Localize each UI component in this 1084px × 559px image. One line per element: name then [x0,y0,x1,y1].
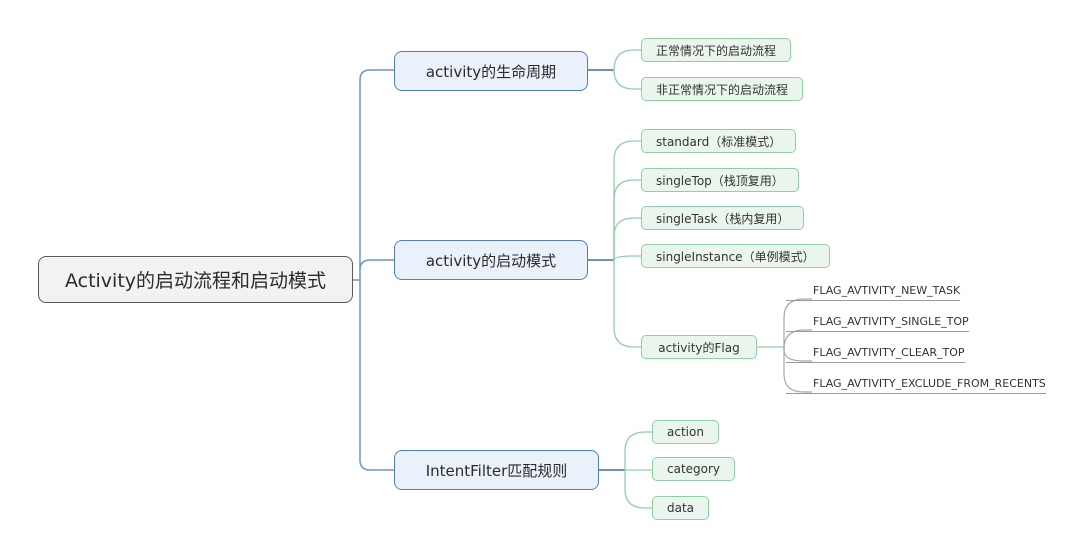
subtopic-action[interactable]: action [652,420,719,444]
leaf-flag-single-top[interactable]: FLAG_AVTIVITY_SINGLE_TOP [786,315,969,332]
leaf-flag-new-task[interactable]: FLAG_AVTIVITY_NEW_TASK [786,284,961,301]
subtopic-category[interactable]: category [652,457,736,481]
topic-activity-lifecycle[interactable]: activity的生命周期 [394,51,588,91]
subtopic-abnormal-launch-flow[interactable]: 非正常情况下的启动流程 [641,77,804,101]
root-topic[interactable]: Activity的启动流程和启动模式 [38,256,353,303]
subtopic-data[interactable]: data [652,496,710,520]
leaf-flag-clear-top[interactable]: FLAG_AVTIVITY_CLEAR_TOP [786,346,965,363]
link-trunk-intentfilter [359,280,394,471]
subtopic-singleinstance-mode[interactable]: singleInstance（单例模式） [641,244,830,268]
subtopic-singletask-mode[interactable]: singleTask（栈内复用） [641,206,805,230]
link-trunk-launchmode [359,259,394,271]
topic-intentfilter-rules[interactable]: IntentFilter匹配规则 [394,450,599,490]
subtopic-normal-launch-flow[interactable]: 正常情况下的启动流程 [641,38,792,62]
subtopic-activity-flag[interactable]: activity的Flag [641,335,757,359]
subtopic-singletop-mode[interactable]: singleTop（栈顶复用） [641,168,799,192]
subtopic-standard-mode[interactable]: standard（标准模式） [641,129,797,153]
topic-activity-launch-mode[interactable]: activity的启动模式 [394,240,588,280]
link-trunk-lifecycle [359,69,394,280]
leaf-flag-exclude-from-recents[interactable]: FLAG_AVTIVITY_EXCLUDE_FROM_RECENTS [786,377,1046,394]
